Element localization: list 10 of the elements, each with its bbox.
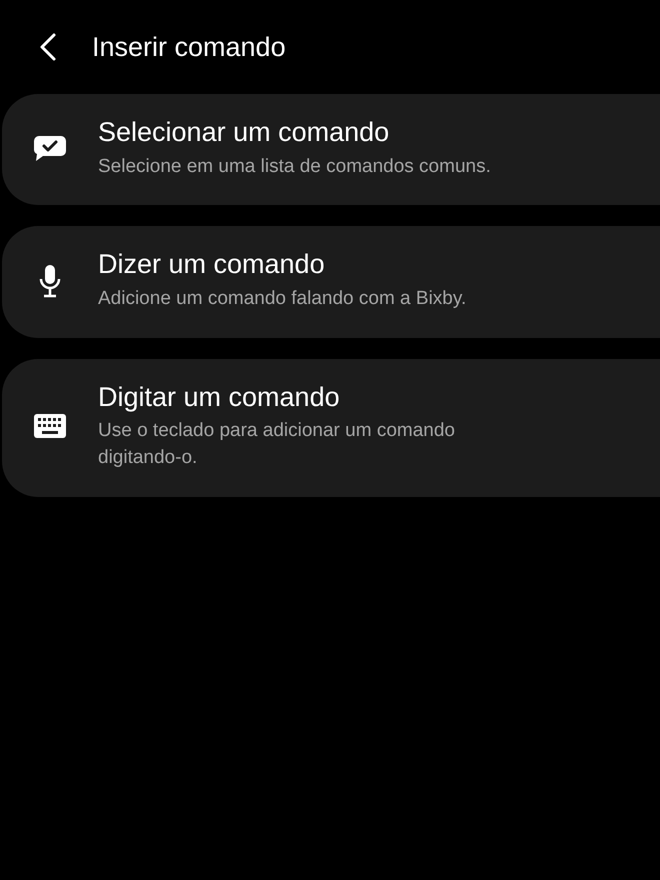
command-option[interactable]: Dizer um comando Adicione um comando falando com a Bixby.: [2, 226, 660, 338]
command-option[interactable]: Digitar um comando Use o teclado para adicionar um comando digitando-o.: [2, 358, 660, 497]
page-title: Inserir comando: [92, 30, 286, 64]
option-title: Dizer um comando: [98, 248, 326, 282]
option-title: Selecionar um comando: [98, 116, 390, 149]
option-description: Use o teclado para adicionar um comando digitando-o.: [98, 419, 456, 470]
option-title: Digitar um comando: [98, 380, 341, 414]
option-description: Selecione em uma lista de comandos comuns.: [98, 154, 491, 179]
command-option[interactable]: Selecionar um comando Selecione em uma lista de comandos comuns.: [2, 94, 660, 206]
option-description: Adicione um comando falando com a Bixby.: [98, 287, 466, 312]
